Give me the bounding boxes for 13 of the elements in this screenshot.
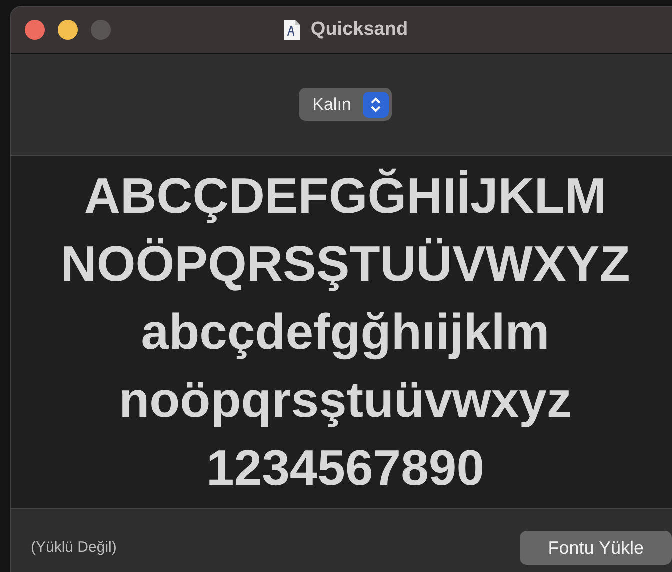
- window-title: Quicksand: [310, 18, 408, 42]
- sample-text: ABCÇDEFGĞHIİJKLM: [84, 167, 607, 226]
- install-status: (Yüklü Değil): [31, 538, 117, 558]
- style-popup[interactable]: Kalın: [298, 88, 392, 121]
- sample-text: abcçdefgğhıijklm: [141, 303, 550, 362]
- stepper-icon: [363, 92, 390, 118]
- sample-text: 1234567890: [206, 439, 485, 498]
- font-document-icon: [282, 19, 301, 41]
- minimize-button[interactable]: [58, 20, 78, 40]
- install-font-button[interactable]: Fontu Yükle: [520, 531, 672, 565]
- close-button[interactable]: [25, 20, 45, 40]
- sample-text: noöpqrsştuüvwxyz: [119, 371, 572, 430]
- sample-text: NOÖPQRSŞTUÜVWXYZ: [60, 235, 630, 294]
